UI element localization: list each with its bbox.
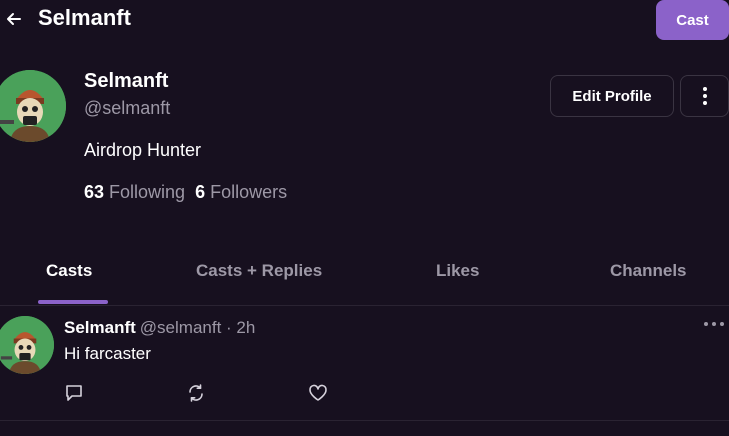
cast-item[interactable]: Selmanft @selmanft · 2h Hi farcaster — [0, 306, 729, 421]
back-button[interactable] — [4, 8, 24, 30]
arrow-left-icon — [7, 13, 21, 25]
following-count: 63 — [84, 182, 105, 202]
cast-author-avatar[interactable] — [0, 316, 54, 374]
avatar-icon — [0, 316, 54, 374]
followers-link[interactable]: 6 Followers — [195, 182, 287, 203]
cast-header: Selmanft @selmanft · 2h — [64, 318, 255, 338]
cast-menu-button[interactable] — [702, 316, 726, 332]
tab-channels[interactable]: Channels — [610, 261, 687, 281]
tab-casts[interactable]: Casts — [46, 261, 92, 281]
profile-handle: @selmanft — [84, 98, 171, 118]
active-tab-indicator — [38, 300, 108, 304]
avatar-icon — [0, 70, 66, 142]
followers-label: Followers — [210, 182, 288, 202]
profile-display-name: Selmanft — [84, 70, 169, 92]
edit-profile-button[interactable]: Edit Profile — [550, 75, 674, 117]
like-button[interactable] — [307, 382, 329, 404]
recast-icon — [189, 384, 203, 402]
comment-icon — [66, 385, 82, 401]
cast-button[interactable]: Cast — [656, 0, 729, 40]
cast-author-name[interactable]: Selmanft — [64, 318, 136, 338]
following-link[interactable]: 63 Following — [84, 182, 185, 203]
heart-icon — [309, 384, 327, 401]
horizontal-dots-icon — [704, 322, 724, 326]
recast-button[interactable] — [185, 382, 207, 404]
following-label: Following — [109, 182, 186, 202]
page-title: Selmanft — [38, 5, 131, 30]
profile-avatar[interactable] — [0, 70, 66, 142]
profile-more-button[interactable] — [680, 75, 729, 117]
followers-count: 6 — [195, 182, 206, 202]
cast-meta: @selmanft · 2h — [139, 318, 256, 337]
profile-tabs: Casts Casts + Replies Likes Channels — [0, 250, 729, 306]
tab-casts-replies[interactable]: Casts + Replies — [196, 261, 322, 281]
top-bar: Selmanft Cast — [0, 0, 729, 40]
vertical-dots-icon — [702, 87, 707, 105]
profile-bio: Airdrop Hunter — [84, 140, 202, 160]
cast-text: Hi farcaster — [64, 344, 151, 363]
reply-button[interactable] — [63, 382, 85, 404]
profile-stats: 63 Following 6 Followers — [84, 182, 287, 203]
tab-likes[interactable]: Likes — [436, 261, 479, 281]
